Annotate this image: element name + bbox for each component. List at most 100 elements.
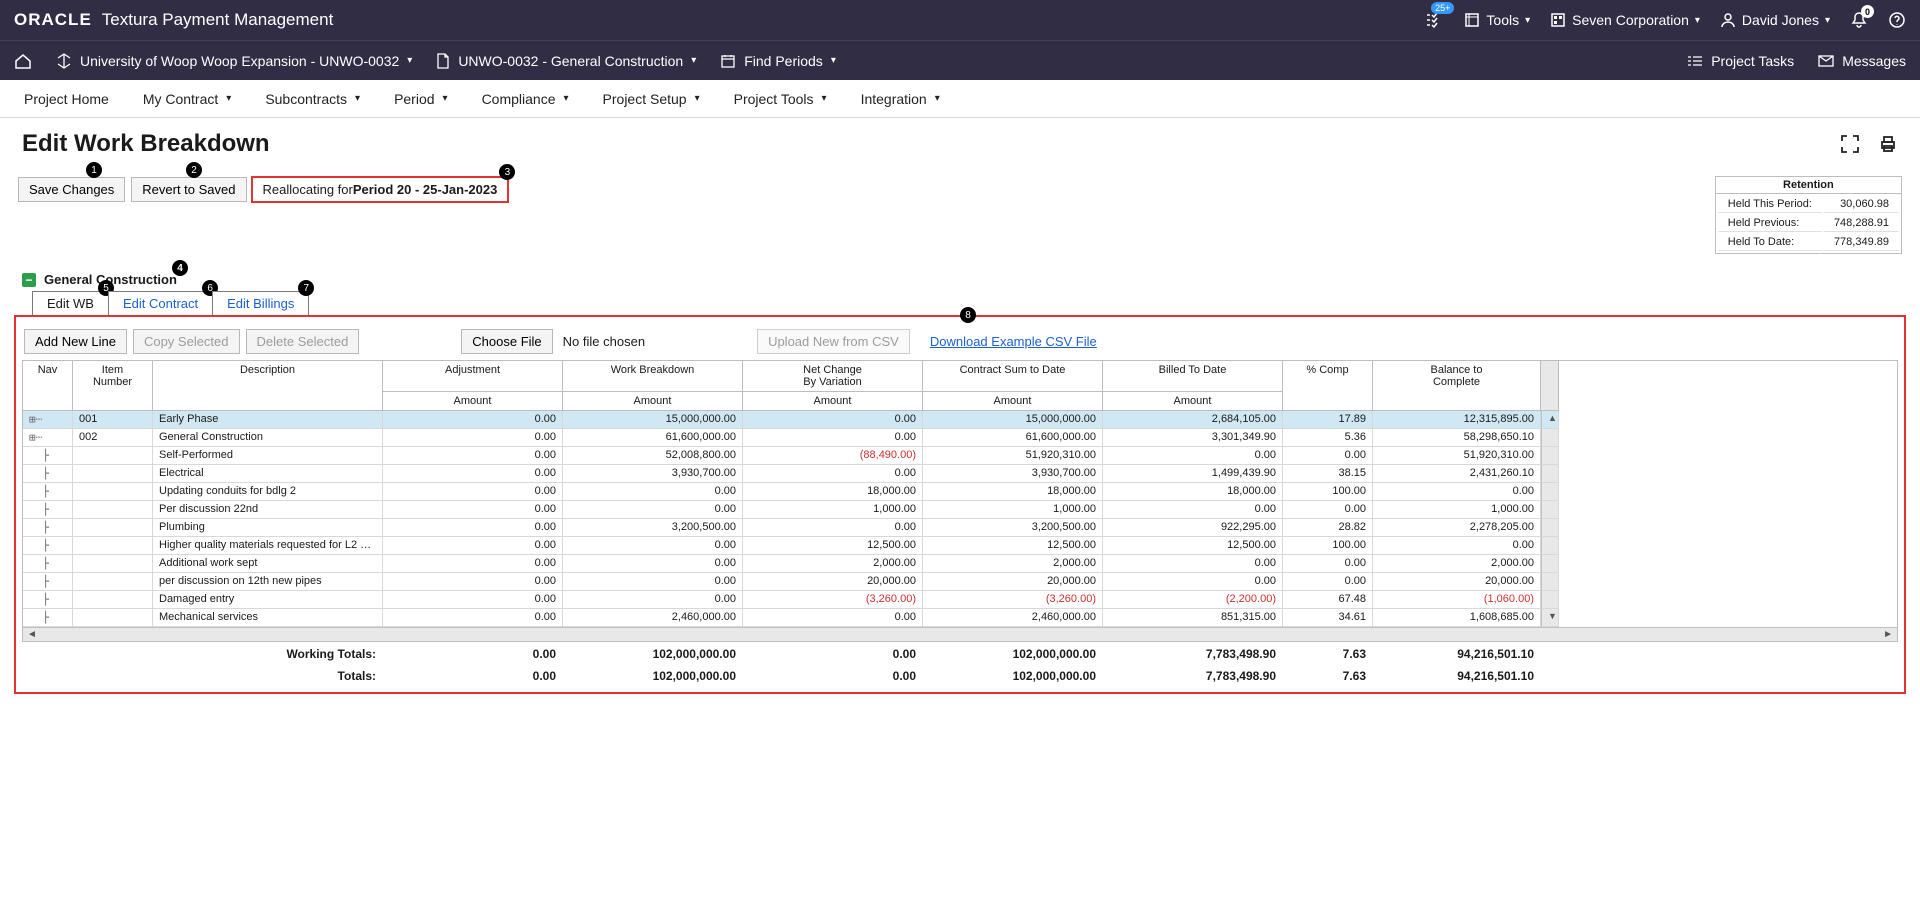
row-description[interactable]: Damaged entry <box>153 591 383 609</box>
row-balance[interactable]: 58,298,650.10 <box>1373 429 1541 447</box>
row-contract-sum[interactable]: 3,930,700.00 <box>923 465 1103 483</box>
row-adjustment[interactable]: 0.00 <box>383 555 563 573</box>
row-pct[interactable]: 17.89 <box>1283 411 1373 429</box>
menu-project-home[interactable]: Project Home <box>24 91 109 107</box>
row-nav[interactable]: ├ <box>23 609 73 627</box>
menu-my-contract[interactable]: My Contract▾ <box>143 91 232 107</box>
col-pct-comp[interactable]: % Comp <box>1283 361 1373 411</box>
row-wb[interactable]: 0.00 <box>563 501 743 519</box>
row-item-number[interactable] <box>73 465 153 483</box>
row-balance[interactable]: 2,000.00 <box>1373 555 1541 573</box>
row-wb[interactable]: 3,930,700.00 <box>563 465 743 483</box>
row-pct[interactable]: 0.00 <box>1283 501 1373 519</box>
row-pct[interactable]: 0.00 <box>1283 573 1373 591</box>
tab-edit-billings[interactable]: 7 Edit Billings <box>212 291 309 315</box>
row-item-number[interactable]: 001 <box>73 411 153 429</box>
horizontal-scrollbar[interactable]: ◄► <box>23 627 1897 641</box>
table-row[interactable]: ├Additional work sept0.000.002,000.002,0… <box>23 555 1897 573</box>
col-contract-sum[interactable]: Contract Sum to Date <box>923 361 1103 392</box>
row-net-change[interactable]: 12,500.00 <box>743 537 923 555</box>
download-example-csv-link[interactable]: Download Example CSV File <box>930 334 1097 349</box>
row-balance[interactable]: 0.00 <box>1373 483 1541 501</box>
table-row[interactable]: ├Mechanical services0.002,460,000.000.00… <box>23 609 1897 627</box>
row-contract-sum[interactable]: 61,600,000.00 <box>923 429 1103 447</box>
row-wb[interactable]: 0.00 <box>563 591 743 609</box>
row-balance[interactable]: 12,315,895.00 <box>1373 411 1541 429</box>
vertical-scrollbar[interactable] <box>1541 429 1559 447</box>
vertical-scrollbar[interactable] <box>1541 465 1559 483</box>
row-pct[interactable]: 34.61 <box>1283 609 1373 627</box>
row-nav[interactable]: ├ <box>23 483 73 501</box>
row-contract-sum[interactable]: 2,460,000.00 <box>923 609 1103 627</box>
row-net-change[interactable]: 0.00 <box>743 429 923 447</box>
vertical-scrollbar[interactable] <box>1541 519 1559 537</box>
row-net-change[interactable]: 18,000.00 <box>743 483 923 501</box>
fullscreen-icon[interactable] <box>1840 134 1860 154</box>
col-work-breakdown[interactable]: Work Breakdown <box>563 361 743 392</box>
row-description[interactable]: per discussion on 12th new pipes <box>153 573 383 591</box>
help-button[interactable] <box>1888 11 1906 29</box>
home-button[interactable] <box>14 53 32 69</box>
row-wb[interactable]: 2,460,000.00 <box>563 609 743 627</box>
messages-link[interactable]: Messages <box>1818 53 1906 69</box>
tab-edit-contract[interactable]: 6 Edit Contract <box>108 291 213 315</box>
row-billed[interactable]: 922,295.00 <box>1103 519 1283 537</box>
row-pct[interactable]: 0.00 <box>1283 555 1373 573</box>
table-row[interactable]: ⊞┈001Early Phase0.0015,000,000.000.0015,… <box>23 411 1897 429</box>
row-contract-sum[interactable]: 51,920,310.00 <box>923 447 1103 465</box>
print-icon[interactable] <box>1878 134 1898 154</box>
project-selector[interactable]: University of Woop Woop Expansion - UNWO… <box>56 53 412 69</box>
row-balance[interactable]: 2,278,205.00 <box>1373 519 1541 537</box>
tools-menu[interactable]: Tools ▾ <box>1464 12 1530 28</box>
table-row[interactable]: ├per discussion on 12th new pipes0.000.0… <box>23 573 1897 591</box>
row-balance[interactable]: 20,000.00 <box>1373 573 1541 591</box>
row-nav[interactable]: ├ <box>23 501 73 519</box>
row-balance[interactable]: 1,608,685.00 <box>1373 609 1541 627</box>
row-billed[interactable]: 0.00 <box>1103 501 1283 519</box>
row-adjustment[interactable]: 0.00 <box>383 591 563 609</box>
org-selector[interactable]: Seven Corporation ▾ <box>1550 12 1700 28</box>
row-item-number[interactable] <box>73 573 153 591</box>
row-description[interactable]: Electrical <box>153 465 383 483</box>
row-adjustment[interactable]: 0.00 <box>383 573 563 591</box>
row-balance[interactable]: 1,000.00 <box>1373 501 1541 519</box>
row-balance[interactable]: 0.00 <box>1373 537 1541 555</box>
vertical-scrollbar[interactable] <box>1541 447 1559 465</box>
row-billed[interactable]: 3,301,349.90 <box>1103 429 1283 447</box>
row-adjustment[interactable]: 0.00 <box>383 429 563 447</box>
menu-project-setup[interactable]: Project Setup▾ <box>603 91 700 107</box>
choose-file-button[interactable]: Choose File <box>461 329 552 354</box>
vertical-scrollbar[interactable]: ▲ <box>1541 411 1559 429</box>
row-balance[interactable]: (1,060.00) <box>1373 591 1541 609</box>
row-nav[interactable]: ├ <box>23 555 73 573</box>
row-contract-sum[interactable]: 2,000.00 <box>923 555 1103 573</box>
row-contract-sum[interactable]: 20,000.00 <box>923 573 1103 591</box>
row-wb[interactable]: 0.00 <box>563 537 743 555</box>
row-billed[interactable]: 0.00 <box>1103 447 1283 465</box>
menu-integration[interactable]: Integration▾ <box>861 91 940 107</box>
table-row[interactable]: ├Self-Performed0.0052,008,800.00(88,490.… <box>23 447 1897 465</box>
row-net-change[interactable]: (88,490.00) <box>743 447 923 465</box>
row-billed[interactable]: 0.00 <box>1103 555 1283 573</box>
row-description[interactable]: Self-Performed <box>153 447 383 465</box>
col-balance[interactable]: Balance to Complete <box>1373 361 1541 411</box>
row-pct[interactable]: 100.00 <box>1283 537 1373 555</box>
row-adjustment[interactable]: 0.00 <box>383 447 563 465</box>
row-pct[interactable]: 5.36 <box>1283 429 1373 447</box>
row-wb[interactable]: 61,600,000.00 <box>563 429 743 447</box>
row-contract-sum[interactable]: 1,000.00 <box>923 501 1103 519</box>
row-nav[interactable]: ├ <box>23 519 73 537</box>
row-pct[interactable]: 28.82 <box>1283 519 1373 537</box>
row-adjustment[interactable]: 0.00 <box>383 519 563 537</box>
row-net-change[interactable]: 1,000.00 <box>743 501 923 519</box>
menu-project-tools[interactable]: Project Tools▾ <box>734 91 827 107</box>
menu-compliance[interactable]: Compliance▾ <box>482 91 569 107</box>
vertical-scrollbar[interactable] <box>1541 537 1559 555</box>
delete-selected-button[interactable]: Delete Selected <box>246 329 360 354</box>
table-row[interactable]: ├Plumbing0.003,200,500.000.003,200,500.0… <box>23 519 1897 537</box>
row-wb[interactable]: 0.00 <box>563 555 743 573</box>
row-nav[interactable]: ├ <box>23 573 73 591</box>
col-description[interactable]: Description <box>153 361 383 411</box>
row-description[interactable]: General Construction <box>153 429 383 447</box>
row-pct[interactable]: 100.00 <box>1283 483 1373 501</box>
